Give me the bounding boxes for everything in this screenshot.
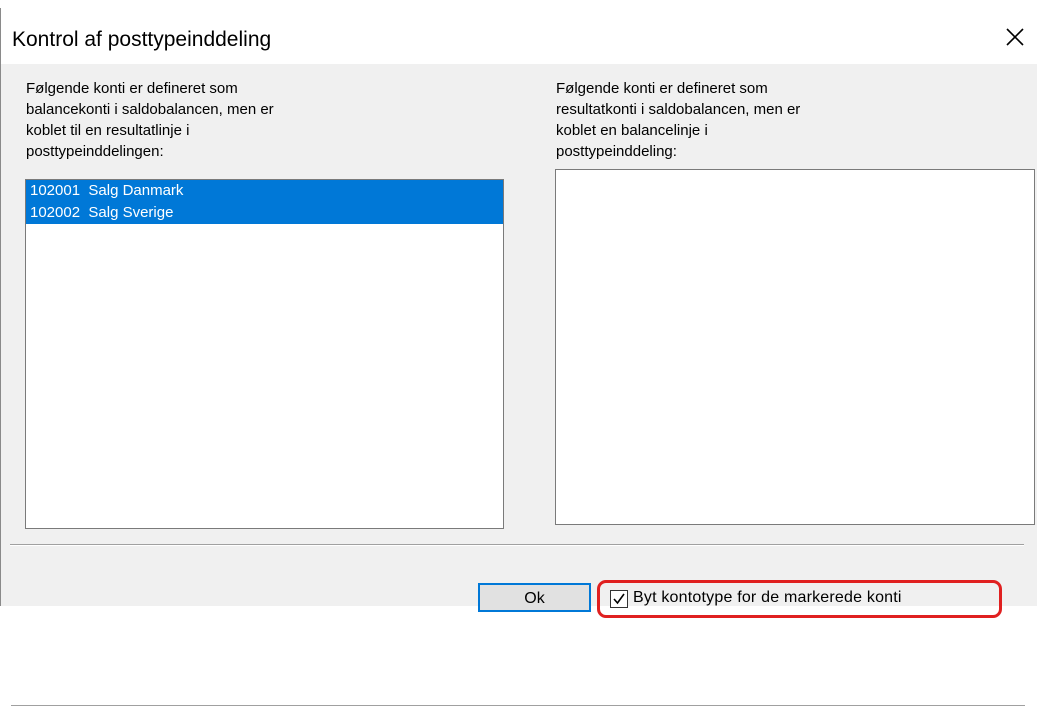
swap-account-type-label[interactable]: Byt kontotype for de markerede konti (633, 589, 902, 607)
title-bar: Kontrol af posttypeinddeling (1, 8, 1037, 64)
right-account-list[interactable] (555, 169, 1035, 525)
checkbox-highlight: Byt kontotype for de markerede konti (597, 580, 1002, 618)
dialog-title: Kontrol af posttypeinddeling (12, 28, 272, 51)
ok-button[interactable]: Ok (478, 583, 591, 612)
list-item[interactable]: 102002 Salg Sverige (26, 202, 503, 224)
left-account-list[interactable]: 102001 Salg Danmark 102002 Salg Sverige (25, 179, 504, 529)
close-icon[interactable] (1000, 22, 1030, 52)
list-item[interactable]: 102001 Salg Danmark (26, 180, 503, 202)
right-panel-label: Følgende konti er defineret som resultat… (556, 80, 801, 160)
checkmark-icon (613, 593, 625, 605)
dialog-window: Kontrol af posttypeinddeling Følgende ko… (0, 8, 1037, 707)
swap-account-type-checkbox[interactable] (610, 590, 628, 608)
footer-separator (10, 544, 1024, 546)
left-panel-label: Følgende konti er defineret som balancek… (26, 80, 274, 160)
